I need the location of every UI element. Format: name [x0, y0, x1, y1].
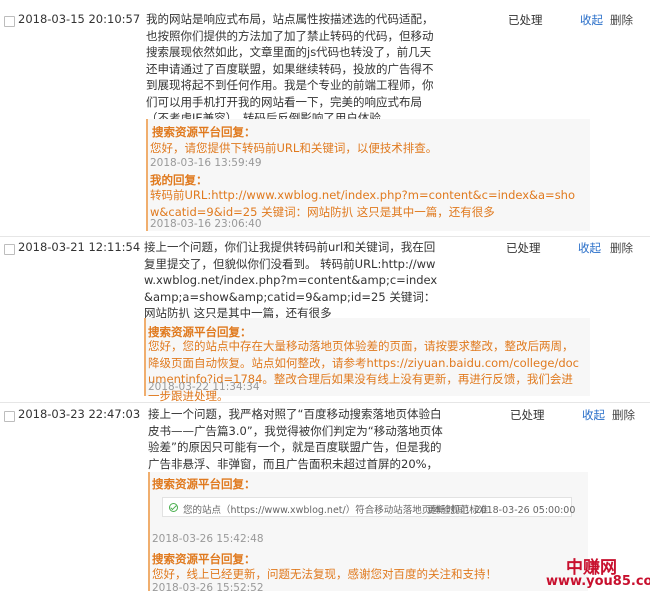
select-checkbox[interactable]	[4, 411, 15, 422]
message-content: 我的网站是响应式布局，站点属性按描述选的代码适配，也按照你们提供的方法加了加了禁…	[146, 12, 434, 125]
status-label: 已处理	[506, 241, 541, 255]
reply-thread: 搜索资源平台回复： 您好，您的站点中存在大量移动落地页体验差的页面，请按要求整改…	[144, 318, 590, 403]
reply-time: 2018-03-16 13:59:49	[150, 157, 262, 169]
reply-author: 搜索资源平台回复：	[152, 552, 256, 566]
delete-link[interactable]: 删除	[612, 407, 635, 423]
row-divider	[0, 236, 650, 237]
collapse-link[interactable]: 收起	[582, 407, 605, 423]
reply-time: 2018-03-26 15:42:48	[152, 533, 264, 545]
reply-time: 2018-03-22 11:34:34	[148, 381, 260, 393]
reply-author: 搜索资源平台回复：	[152, 125, 256, 139]
reply-thread: 搜索资源平台回复： 您好，请您提供下转码前URL和关键词，以便技术排查。 201…	[146, 119, 590, 231]
status-label: 已处理	[508, 13, 543, 27]
message-timestamp: 2018-03-21 12:11:54	[18, 240, 141, 254]
notice-update-time: 更新时间：2018-03-26 05:00:00	[427, 505, 576, 516]
collapse-link[interactable]: 收起	[580, 12, 603, 28]
delete-link[interactable]: 删除	[610, 12, 633, 28]
message-content: 接上一个问题，你们让我提供转码前url和关键词，我在回复里提交了，但貌似你们没看…	[144, 240, 438, 320]
reply-author: 搜索资源平台回复：	[152, 477, 256, 491]
reply-time: 2018-03-16 23:06:40	[150, 218, 262, 230]
reply-text: 您好，请您提供下转码前URL和关键词，以便技术排查。	[150, 141, 438, 155]
reply-time: 2018-03-26 15:52:52	[152, 582, 264, 593]
message-timestamp: 2018-03-15 20:10:57	[18, 12, 141, 26]
select-checkbox[interactable]	[4, 16, 15, 27]
row-divider	[0, 402, 650, 403]
reply-author: 我的回复：	[150, 173, 208, 187]
reply-thread: 搜索资源平台回复： 您的站点（https://www.xwblog.net/）符…	[148, 472, 588, 593]
reply-text: 转码前URL:http://www.xwblog.net/index.php?m…	[150, 188, 576, 219]
message-timestamp: 2018-03-23 22:47:03	[18, 407, 141, 421]
delete-link[interactable]: 删除	[610, 240, 633, 256]
select-checkbox[interactable]	[4, 244, 15, 255]
status-label: 已处理	[510, 408, 545, 422]
check-circle-icon	[169, 503, 178, 512]
reply-text: 您好，您的站点中存在大量移动落地页体验差的页面，请按要求整改，整改后两周，降级页…	[148, 339, 579, 403]
reply-text: 您好，线上已经更新，问题无法复现，感谢您对百度的关注和支持！	[152, 567, 497, 581]
compliance-notice: 您的站点（https://www.xwblog.net/）符合移动站落地页体验规…	[162, 497, 576, 517]
watermark-url: www.you85.com	[546, 574, 650, 589]
collapse-link[interactable]: 收起	[578, 240, 601, 256]
